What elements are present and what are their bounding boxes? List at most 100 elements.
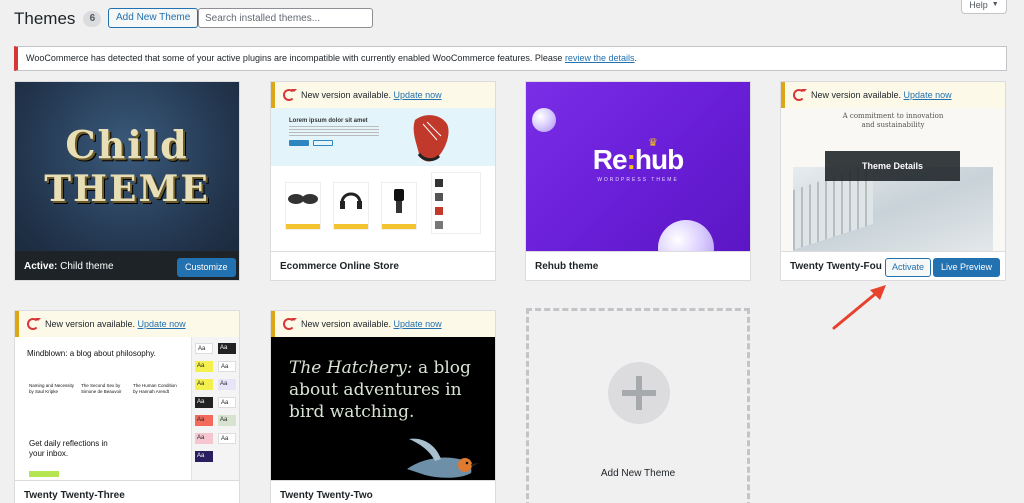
theme-card-twenty-twenty-four[interactable]: New version available. Update now A comm… bbox=[780, 81, 1006, 281]
hero-button bbox=[289, 140, 309, 146]
update-icon bbox=[283, 89, 297, 101]
rehub-subtitle: WORDPRESS THEME bbox=[597, 177, 679, 183]
decorative-sphere bbox=[658, 220, 714, 251]
screenshot-cta: Get daily reflections in your inbox. bbox=[29, 439, 108, 458]
style-swatch: Aa bbox=[218, 397, 236, 408]
product-list bbox=[431, 172, 481, 234]
style-swatch: Aa bbox=[195, 433, 213, 444]
style-swatch: Aa bbox=[218, 415, 236, 426]
hero-heading: Lorem ipsum dolor sit amet bbox=[289, 118, 368, 124]
update-now-link[interactable]: Update now bbox=[394, 319, 442, 329]
active-label: Active: bbox=[24, 261, 58, 272]
update-text: New version available. bbox=[301, 319, 394, 329]
page-title: Themes bbox=[14, 9, 76, 28]
theme-card-child[interactable]: Child THEME Active: Child theme Customiz… bbox=[14, 81, 240, 281]
notice-tail: . bbox=[634, 53, 637, 63]
theme-name-bar: Twenty Twenty-Fou Activate Live Preview bbox=[781, 251, 1005, 280]
update-notice: New version available. Update now bbox=[781, 82, 1005, 108]
theme-name-bar: Twenty Twenty-Three bbox=[15, 480, 239, 503]
activate-button[interactable]: Activate bbox=[885, 258, 932, 277]
theme-name-bar: Twenty Twenty-Two bbox=[271, 480, 495, 503]
help-label: Help bbox=[969, 0, 988, 10]
theme-count-badge: 6 bbox=[83, 11, 102, 27]
screenshot-heading: The Hatchery: a blog about adventures in… bbox=[289, 358, 471, 422]
rehub-logo: Re:hub bbox=[592, 144, 684, 175]
theme-card-ecommerce[interactable]: New version available. Update now Lorem … bbox=[270, 81, 496, 281]
add-new-theme-button[interactable]: Add New Theme bbox=[108, 8, 199, 28]
screenshot-heading: A commitment to innovation and sustainab… bbox=[842, 112, 944, 129]
theme-name: Twenty Twenty-Two bbox=[280, 490, 373, 501]
style-swatch: Aa bbox=[195, 343, 213, 354]
style-swatch: Aa bbox=[195, 451, 213, 462]
theme-card-twenty-twenty-two[interactable]: New version available. Update now The Ha… bbox=[270, 310, 496, 503]
customize-button[interactable]: Customize bbox=[177, 258, 236, 277]
crown-icon: ♛ bbox=[648, 137, 658, 149]
style-swatch: Aa bbox=[195, 379, 213, 390]
search-themes-input[interactable] bbox=[198, 8, 373, 28]
theme-card-twenty-twenty-three[interactable]: New version available. Update now Mindbl… bbox=[14, 310, 240, 503]
theme-details-button[interactable]: Theme Details bbox=[825, 151, 960, 181]
live-preview-button[interactable]: Live Preview bbox=[933, 258, 1001, 277]
screenshot-text: Child bbox=[65, 122, 189, 167]
screenshot-hero: Lorem ipsum dolor sit amet bbox=[271, 108, 495, 166]
screenshot-post: Naming and Necessity by Saul Kripke bbox=[29, 383, 75, 394]
theme-name: Twenty Twenty-Fou bbox=[790, 261, 882, 272]
screenshot-title: Mindblown: a blog about philosophy. bbox=[27, 349, 156, 358]
style-swatch: Aa bbox=[218, 343, 236, 354]
update-notice: New version available. Update now bbox=[15, 311, 239, 337]
theme-name-bar: Rehub theme bbox=[526, 251, 750, 280]
update-icon bbox=[793, 89, 807, 101]
update-text: New version available. bbox=[45, 319, 138, 329]
style-swatch: Aa bbox=[218, 361, 236, 372]
style-swatch: Aa bbox=[195, 361, 213, 372]
decorative-sphere bbox=[532, 108, 556, 132]
annotation-arrow-icon bbox=[832, 285, 886, 330]
update-icon bbox=[27, 318, 41, 330]
theme-card-rehub[interactable]: Re:hub ♛ WORDPRESS THEME Rehub theme bbox=[525, 81, 751, 281]
subscribe-button-preview bbox=[29, 471, 59, 477]
help-tab-button[interactable]: Help ▼ bbox=[961, 0, 1007, 14]
style-swatch-panel: Aa Aa Aa Aa Aa Aa Aa Aa Aa Aa Aa Aa Aa bbox=[191, 337, 239, 480]
theme-screenshot[interactable]: New version available. Update now Mindbl… bbox=[15, 311, 239, 480]
style-swatch: Aa bbox=[218, 379, 236, 390]
theme-name: Rehub theme bbox=[535, 261, 599, 272]
product-thumb bbox=[381, 182, 417, 230]
update-text: New version available. bbox=[811, 90, 904, 100]
theme-screenshot[interactable]: New version available. Update now A comm… bbox=[781, 82, 1005, 251]
notice-text: WooCommerce has detected that some of yo… bbox=[26, 53, 565, 63]
update-icon bbox=[283, 318, 297, 330]
product-thumb bbox=[333, 182, 369, 230]
update-notice: New version available. Update now bbox=[271, 82, 495, 108]
hero-text-lines bbox=[289, 126, 379, 136]
theme-name: Ecommerce Online Store bbox=[280, 261, 399, 272]
page-header: Themes 6 bbox=[14, 8, 102, 30]
update-text: New version available. bbox=[301, 90, 394, 100]
chevron-down-icon: ▼ bbox=[991, 1, 999, 8]
theme-screenshot[interactable]: Re:hub ♛ WORDPRESS THEME bbox=[526, 82, 750, 251]
hero-button bbox=[313, 140, 333, 146]
theme-name-bar: Ecommerce Online Store bbox=[271, 251, 495, 280]
update-now-link[interactable]: Update now bbox=[394, 90, 442, 100]
update-now-link[interactable]: Update now bbox=[904, 90, 952, 100]
theme-screenshot[interactable]: Child THEME bbox=[15, 82, 239, 251]
screenshot-post: The Second Sex by Simone de Beauvoir bbox=[81, 383, 122, 394]
theme-name: Twenty Twenty-Three bbox=[24, 490, 125, 501]
shoe-image bbox=[413, 115, 449, 162]
add-new-theme-tile[interactable]: Add New Theme bbox=[526, 308, 750, 503]
theme-name-bar: Active: Child theme Customize bbox=[15, 251, 239, 280]
review-details-link[interactable]: review the details bbox=[565, 53, 635, 63]
style-swatch: Aa bbox=[195, 397, 213, 408]
woocommerce-incompatibility-notice: WooCommerce has detected that some of yo… bbox=[14, 46, 1007, 71]
style-swatch: Aa bbox=[195, 415, 213, 426]
plus-icon bbox=[608, 362, 670, 424]
add-new-theme-label: Add New Theme bbox=[600, 468, 676, 479]
theme-screenshot[interactable]: New version available. Update now The Ha… bbox=[271, 311, 495, 480]
style-swatch: Aa bbox=[218, 433, 236, 444]
theme-name: Child theme bbox=[60, 261, 114, 272]
theme-screenshot[interactable]: New version available. Update now Lorem … bbox=[271, 82, 495, 251]
screenshot-text: THEME bbox=[44, 168, 210, 210]
product-thumb bbox=[285, 182, 321, 230]
update-now-link[interactable]: Update now bbox=[138, 319, 186, 329]
screenshot-post: The Human Condition by Hannah Arendt bbox=[133, 383, 177, 394]
bird-illustration bbox=[407, 438, 479, 478]
